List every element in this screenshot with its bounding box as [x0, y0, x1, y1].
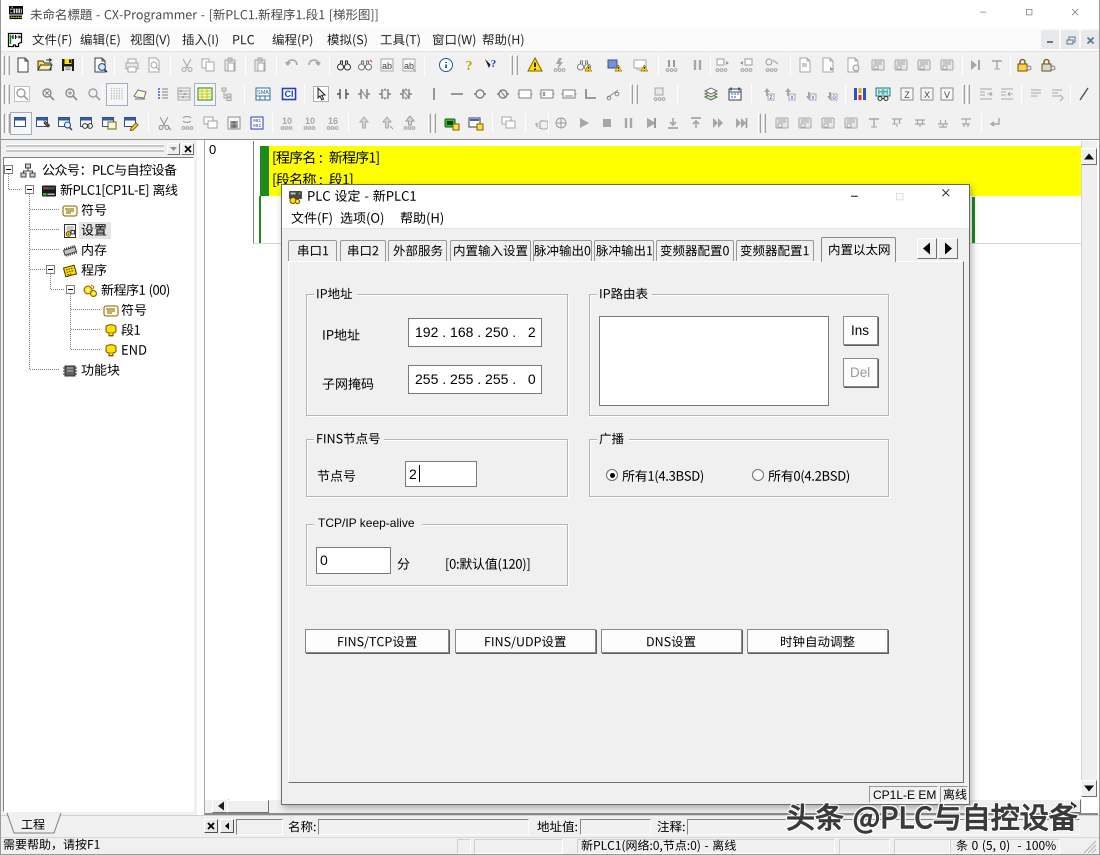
- svg-text:ab: ab: [382, 61, 392, 71]
- svg-text:16: 16: [328, 116, 338, 126]
- svg-text:10: 10: [305, 116, 315, 126]
- svg-text:V: V: [944, 90, 950, 100]
- svg-text:v: v: [812, 95, 815, 101]
- svg-text:SMA: SMA: [257, 90, 269, 96]
- svg-text:x: x: [791, 95, 794, 101]
- svg-text:HH: HH: [878, 90, 888, 97]
- svg-text:X: X: [924, 90, 930, 100]
- svg-text:▦: ▦: [230, 119, 239, 129]
- svg-text:Z: Z: [904, 90, 910, 100]
- svg-text:?: ?: [466, 59, 473, 73]
- svg-text:10: 10: [282, 116, 292, 126]
- svg-text:ab: ab: [404, 61, 414, 71]
- svg-text:?: ?: [491, 58, 497, 70]
- svg-text:CI: CI: [285, 89, 294, 99]
- svg-text:z: z: [770, 95, 773, 101]
- svg-text:002: 002: [253, 123, 261, 129]
